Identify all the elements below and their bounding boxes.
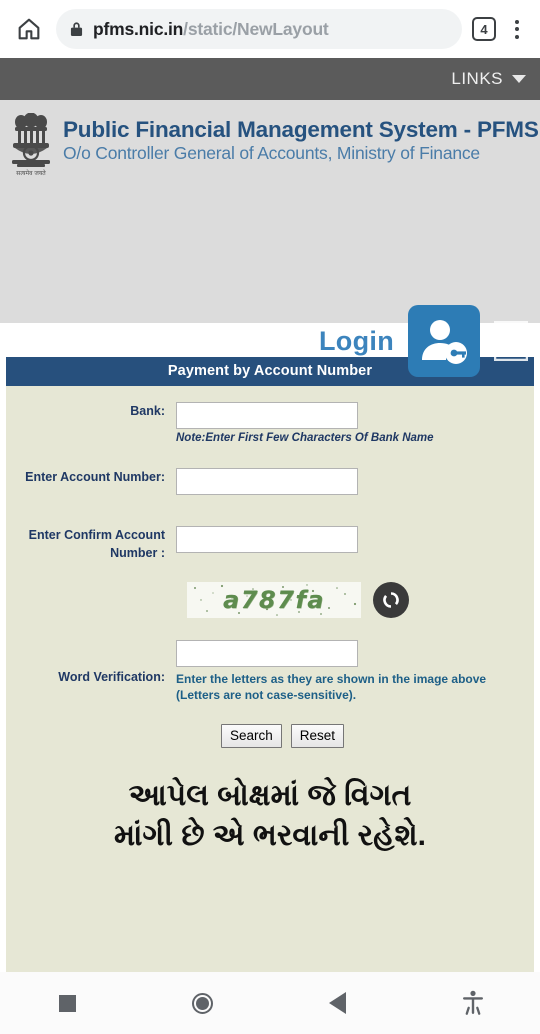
account-number-input[interactable] <box>176 468 358 495</box>
bank-field-row: Bank: Note:Enter First Few Characters Of… <box>6 396 534 450</box>
word-verification-label: Word Verification: <box>58 670 165 685</box>
confirm-account-number-field-row: Enter Confirm Account Number : <box>6 501 534 568</box>
payment-form-panel: Payment by Account Number Bank: Note:Ent… <box>0 357 540 976</box>
links-label: LINKS <box>451 69 503 88</box>
word-verification-field-row: Word Verification: Enter the letters as … <box>6 618 534 709</box>
word-verification-field-col: Enter the letters as they are shown in t… <box>176 640 534 703</box>
confirm-account-number-label: Enter Confirm Account Number : <box>28 528 165 561</box>
captcha-image: a787fa <box>187 582 361 619</box>
caption-line-2: માંગી છે એ ભરવાની રહેશે. <box>114 819 426 853</box>
bank-note: Note:Enter First Few Characters Of Bank … <box>176 432 434 444</box>
brand-text: Public Financial Management System - PFM… <box>63 113 539 164</box>
url-bar[interactable]: pfms.nic.in/static/NewLayout <box>56 9 462 49</box>
home-circle-icon[interactable] <box>135 972 270 1034</box>
site-subtitle: O/o Controller General of Accounts, Mini… <box>63 143 480 164</box>
hint-line-1: Enter the letters as they are shown in t… <box>176 672 487 687</box>
url-host: pfms.nic.in <box>93 18 184 39</box>
refresh-icon[interactable] <box>373 582 409 619</box>
url-path: /static/NewLayout <box>183 18 329 39</box>
account-number-field-row: Enter Account Number: <box>6 450 534 501</box>
instruction-caption: આપેલ બોક્ષમાં જે વિગત માંગી છે એ ભરવાની … <box>6 748 534 857</box>
captcha-text: a787fa <box>223 586 325 615</box>
user-key-login-icon[interactable] <box>408 305 480 377</box>
tab-counter-button[interactable]: 4 <box>472 17 496 41</box>
back-triangle-icon[interactable] <box>270 972 405 1034</box>
search-button[interactable]: Search <box>221 723 282 748</box>
caption-line-1: આપેલ બોક્ષમાં જે વિગત <box>128 778 412 812</box>
account-number-field-col <box>176 468 534 495</box>
brand-row: सत्यमेव जयते Public Financial Management… <box>0 100 540 179</box>
account-number-label: Enter Account Number: <box>25 470 165 484</box>
captcha-row: a787fa <box>6 568 534 619</box>
links-bar[interactable]: LINKS <box>0 58 540 100</box>
login-label[interactable]: Login <box>319 326 394 357</box>
svg-text:सत्यमेव जयते: सत्यमेव जयते <box>16 169 46 177</box>
accessibility-icon[interactable] <box>405 972 540 1034</box>
form-body: Bank: Note:Enter First Few Characters Of… <box>6 386 534 976</box>
chevron-down-icon <box>512 75 526 83</box>
site-title: Public Financial Management System - PFM… <box>63 117 539 142</box>
login-row: Login <box>0 305 540 377</box>
lock-icon <box>70 21 84 37</box>
form-buttons: Search Reset <box>6 710 534 748</box>
bank-field-col: Note:Enter First Few Characters Of Bank … <box>176 402 534 444</box>
bank-label: Bank: <box>130 404 165 418</box>
home-icon[interactable] <box>12 12 46 46</box>
hint-line-2: (Letters are not case-sensitive). <box>176 688 357 703</box>
word-verification-hint: Enter the letters as they are shown in t… <box>176 671 534 703</box>
url-text: pfms.nic.in/static/NewLayout <box>93 19 329 40</box>
word-verification-input[interactable] <box>176 640 358 668</box>
india-national-emblem-icon: सत्यमेव जयते <box>8 112 54 179</box>
browser-toolbar: pfms.nic.in/static/NewLayout 4 <box>0 0 540 58</box>
confirm-account-number-field-col <box>176 526 534 553</box>
reset-button[interactable]: Reset <box>290 723 345 748</box>
overflow-menu-icon[interactable] <box>506 16 528 42</box>
bank-input[interactable] <box>176 402 358 429</box>
confirm-account-number-input[interactable] <box>176 526 358 553</box>
recents-square-icon[interactable] <box>0 972 135 1034</box>
list-menu-icon[interactable] <box>493 320 529 362</box>
site-header: सत्यमेव जयते Public Financial Management… <box>0 100 540 377</box>
android-nav-bar <box>0 972 540 1034</box>
